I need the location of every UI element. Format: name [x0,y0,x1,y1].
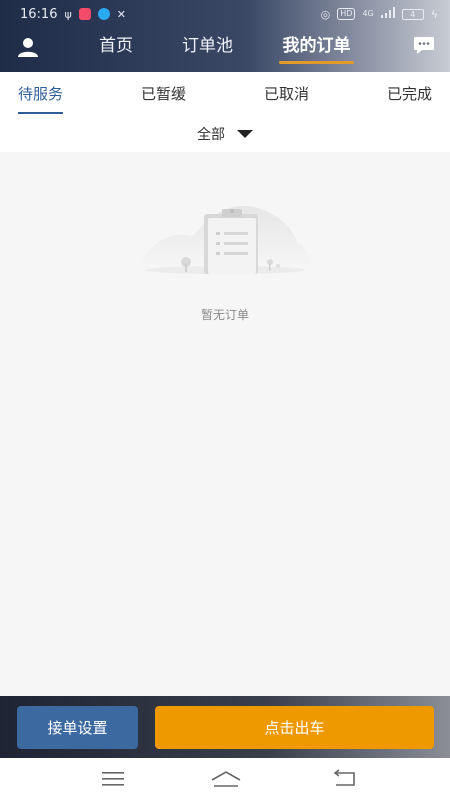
message-icon[interactable] [413,36,435,56]
status-bar: 16:16 ψ ✕ ◎ HD 4G 4 ϟ [0,0,450,28]
tab-home[interactable]: 首页 [98,34,134,60]
back-icon[interactable] [332,768,356,792]
empty-state-message: 暂无订单 [200,308,249,322]
video-app-icon [78,8,91,20]
filter-row: 全部 [0,116,450,152]
signal-icon [380,6,395,22]
status-time: 16:16 [20,6,58,22]
system-nav-bar [0,758,450,800]
battery-icon: 4 [401,8,424,20]
tab-order-pool[interactable]: 订单池 [180,34,235,60]
hd-icon: HD [337,8,356,20]
chevron-down-icon [237,130,253,138]
home-icon[interactable] [210,768,242,794]
location-icon: ◎ [320,7,331,21]
empty-clipboard-illustration [138,205,312,274]
category-filter-dropdown[interactable]: 全部 [197,124,253,144]
menu-icon[interactable] [102,768,124,792]
tab-completed[interactable]: 已完成 [387,72,432,116]
chat-app-icon [97,8,110,20]
order-status-tabs: 待服务 已暂缓 已取消 已完成 [0,72,450,116]
tab-suspended[interactable]: 已暂缓 [141,72,186,116]
tools-icon: ✕ [116,7,126,21]
tab-cancelled[interactable]: 已取消 [264,72,309,116]
usb-icon: ψ [64,7,72,21]
order-settings-button[interactable]: 接单设置 [17,706,138,749]
charging-icon: ϟ [430,7,438,21]
main-nav: 首页 订单池 我的订单 [0,28,450,72]
bottom-action-bar: 接单设置 点击出车 [0,696,450,758]
order-list-empty: 暂无订单 [0,152,450,696]
app-header: 16:16 ψ ✕ ◎ HD 4G 4 ϟ 首页 订单池 我的订单 [0,0,450,72]
filter-value: 全部 [197,127,225,143]
network-label: 4G [362,9,374,18]
user-profile-icon[interactable] [17,36,39,58]
tab-pending-service[interactable]: 待服务 [18,72,64,116]
tab-my-orders[interactable]: 我的订单 [279,34,354,64]
go-online-button[interactable]: 点击出车 [155,706,434,749]
